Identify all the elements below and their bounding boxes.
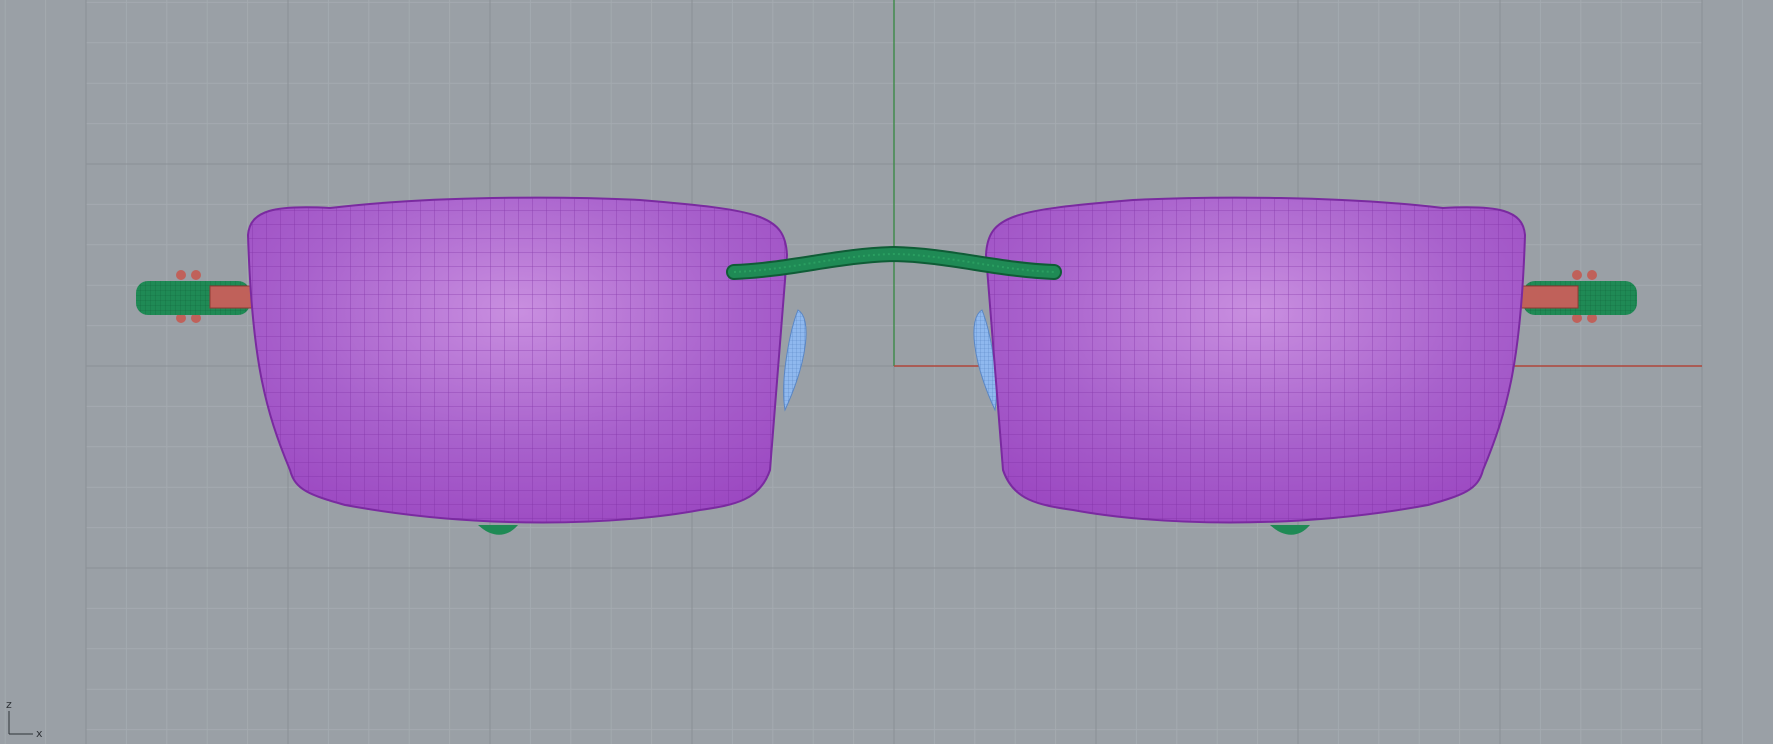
- axis-label-x: x: [36, 727, 43, 740]
- left-lens: [246, 196, 789, 524]
- viewport-front[interactable]: z x: [0, 0, 1773, 744]
- viewport-canvas[interactable]: [0, 0, 1773, 744]
- right-lens: [984, 196, 1527, 524]
- axis-label-z: z: [6, 698, 12, 711]
